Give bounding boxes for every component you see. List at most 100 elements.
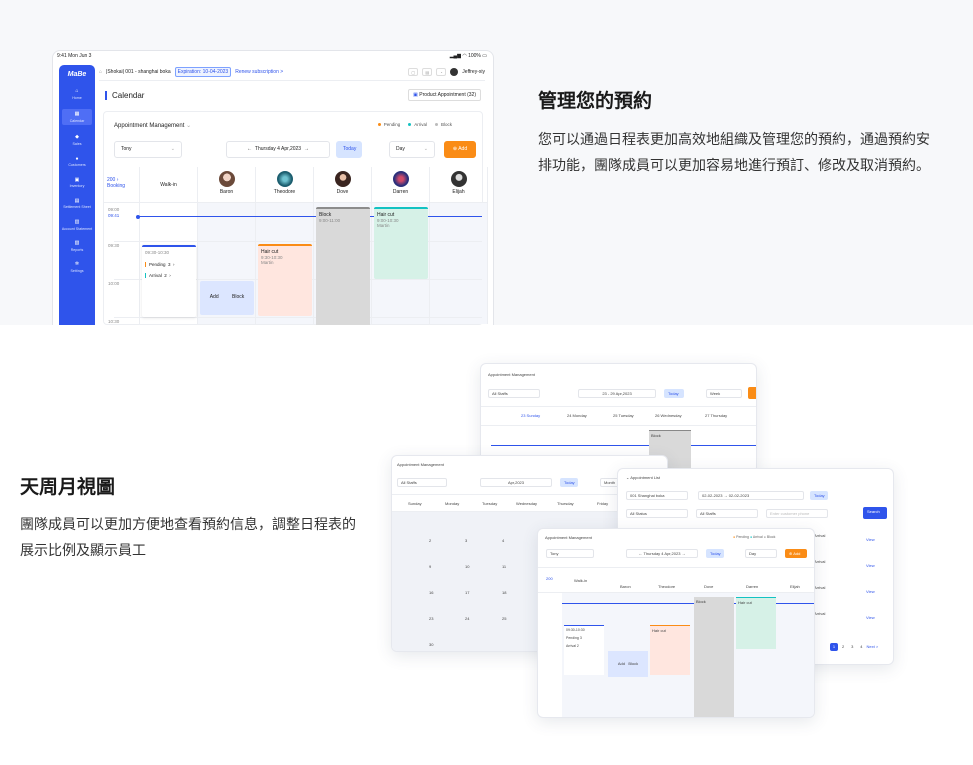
elijah-column[interactable] xyxy=(430,203,488,324)
slot-block-button[interactable]: Block xyxy=(232,294,244,312)
list-shop-select[interactable]: 001 Shanghai boka xyxy=(626,491,688,500)
day-view-select[interactable]: Day xyxy=(745,549,777,558)
day-haircut-2[interactable]: Hair cut xyxy=(736,597,776,649)
next-arrow-icon[interactable]: → xyxy=(304,146,309,152)
product-appointment-button[interactable]: ▣ Product Appointment (32) xyxy=(408,89,481,101)
nav-sales[interactable]: ◆ Sales xyxy=(59,134,95,146)
page-4[interactable]: 4 xyxy=(857,643,865,651)
add-block-slot[interactable]: Add Block xyxy=(200,281,254,315)
time-label: 10:00 xyxy=(108,281,120,286)
slot-add-button[interactable]: Add xyxy=(210,294,219,312)
nav-customers[interactable]: ● Customers xyxy=(59,156,95,168)
day-staff-select[interactable]: Tony xyxy=(546,549,594,558)
block-event[interactable]: Block 9:00-11:00 xyxy=(316,207,370,325)
page-1[interactable]: 1 xyxy=(830,643,838,651)
staff-select[interactable]: Tony ⌄ xyxy=(114,141,182,158)
home-icon: ⌂ xyxy=(75,88,79,94)
haircut-event-darren[interactable]: Hair cut 9:00-10:30 Martin xyxy=(374,207,428,279)
nav-account[interactable]: ▥ Account Statement xyxy=(59,219,95,231)
home-icon[interactable]: ⌂ xyxy=(99,69,102,75)
renew-link[interactable]: Renew subscription > xyxy=(235,69,283,75)
current-time-label: 09:41 xyxy=(108,213,120,218)
section-body-views: 團隊成員可以更加方便地查看預約信息，調整日程表的展示比例及顯示員工 xyxy=(20,517,356,559)
time-label: 09:30 xyxy=(108,243,120,248)
today-button[interactable]: Today xyxy=(336,141,362,158)
day-add-block-slot[interactable]: Add Block xyxy=(608,651,648,677)
box-icon: ▣ xyxy=(74,176,80,183)
day-header: 200 Walk-in Baron Theodore Dove Darren E… xyxy=(538,567,814,593)
avatar xyxy=(218,171,235,187)
top-bar: ⌂ |Shokai| 001 - shanghai boka Expiratio… xyxy=(99,63,485,81)
list-date-range[interactable]: 02-02-2023 → 02-02-2023 xyxy=(698,491,804,500)
list-search-button[interactable]: Search xyxy=(863,507,887,519)
nav-calendar[interactable]: ▦ Calendar xyxy=(62,109,92,126)
day-haircut-1[interactable]: Hair cut xyxy=(650,625,690,675)
week-day: 24 Monday xyxy=(567,413,587,418)
list-search-input[interactable]: Enter customer phone xyxy=(766,509,828,518)
staff-header-darren[interactable]: Darren xyxy=(372,167,430,203)
list-status-select[interactable]: All Status xyxy=(626,509,688,518)
day-date[interactable]: ← Thursday 4 Apr,2023 → xyxy=(626,549,698,558)
add-button[interactable]: ⊕ Add xyxy=(444,141,476,158)
list-view-link[interactable]: View xyxy=(866,589,875,594)
avatar[interactable] xyxy=(450,67,459,76)
walkin-header: Walk-in xyxy=(140,167,198,203)
pending-row[interactable]: Pending 3 › xyxy=(145,262,193,267)
week-add-button[interactable] xyxy=(748,387,756,399)
date-navigator[interactable]: ← Thursday 4 Apr,2023 → xyxy=(226,141,330,158)
day-today-button[interactable]: Today xyxy=(706,549,724,558)
week-view-select[interactable]: Week xyxy=(706,389,742,398)
day-add-button[interactable]: ⊕ Add xyxy=(785,549,807,558)
page-3[interactable]: 3 xyxy=(848,643,856,651)
prev-arrow-icon[interactable]: ← xyxy=(247,146,252,152)
week-staff-select[interactable]: All Staffs xyxy=(488,389,540,398)
day-now-line xyxy=(562,603,814,604)
bell-icon[interactable]: ◔ xyxy=(436,67,447,76)
staff-header-elijah[interactable]: Elijah xyxy=(430,167,488,203)
month-staff-select[interactable]: All Staffs xyxy=(397,478,447,487)
nav-settlement[interactable]: ▤ Settlement Sheet xyxy=(59,198,95,210)
staff-header-baron[interactable]: Baron xyxy=(198,167,256,203)
list-staff-select[interactable]: All Staffs xyxy=(696,509,758,518)
list-view-link[interactable]: View xyxy=(866,615,875,620)
day-summary-card[interactable]: 09:30-10:30 Pending 3 Arrival 2 xyxy=(564,625,604,675)
nav-inventory[interactable]: ▣ Inventory xyxy=(59,177,95,189)
section-body-manage: 您可以通過日程表更加高效地組織及管理您的預約，通過預約安排功能，團隊成員可以更加… xyxy=(538,132,930,174)
list-view-link[interactable]: View xyxy=(866,563,875,568)
page-2[interactable]: 2 xyxy=(839,643,847,651)
month-range[interactable]: Apr,2023 xyxy=(480,478,552,487)
shop-name: |Shokai| 001 - shanghai boka xyxy=(106,68,171,75)
staff-header-dove[interactable]: Dove xyxy=(314,167,372,203)
nav-home[interactable]: ⌂ Home xyxy=(59,88,95,100)
list-view-link[interactable]: View xyxy=(866,537,875,542)
list-today-button[interactable]: Today xyxy=(810,491,828,500)
view-select[interactable]: Day ⌄ xyxy=(389,141,435,158)
cart-icon: ▣ xyxy=(413,92,418,98)
nav-reports[interactable]: ▧ Reports xyxy=(59,240,95,252)
next-page[interactable]: Next > xyxy=(867,644,879,649)
report-icon: ▧ xyxy=(74,240,80,247)
divider xyxy=(114,317,482,318)
walkin-summary-card[interactable]: 09:30-10:30 Pending 3 › Arrival 2 › xyxy=(142,245,196,317)
legend: Pending Arrival Block xyxy=(377,122,452,127)
status-bar: 9:41 Mon Jun 3 ▂▄▆ ◠ 100% ▭ xyxy=(53,51,493,63)
week-day: 23 Sunday xyxy=(521,413,541,418)
list-status: Arrival xyxy=(814,611,826,616)
day-legend: ● Pending ● Arrival ● Block xyxy=(733,535,776,539)
arrival-row[interactable]: Arrival 2 › xyxy=(145,273,193,278)
month-today-button[interactable]: Today xyxy=(560,478,578,487)
day-block-event[interactable]: Block xyxy=(694,597,734,717)
week-today-button[interactable]: Today xyxy=(664,389,684,398)
staff-header-theodore[interactable]: Theodore xyxy=(256,167,314,203)
scan-icon[interactable]: ▢ xyxy=(408,67,419,76)
list-status: Arrival xyxy=(814,559,826,564)
nav-settings[interactable]: ✲ Settings xyxy=(59,261,95,273)
week-range[interactable]: 23 - 29 Apr,2023 xyxy=(578,389,656,398)
list-status: Arrival xyxy=(814,533,826,538)
statement-icon: ▥ xyxy=(74,219,80,226)
sidebar: MaBe ⌂ Home ▦ Calendar ◆ Sales ● Customers ▣… xyxy=(59,65,95,325)
haircut-event-theodore[interactable]: Hair cut 9:30-10:30 Martin xyxy=(258,244,312,316)
section-title-views: 天周月視圖 xyxy=(20,476,116,498)
user-name[interactable]: Jeffrey-xiy xyxy=(462,69,485,75)
doc-icon[interactable]: ▤ xyxy=(422,67,433,76)
